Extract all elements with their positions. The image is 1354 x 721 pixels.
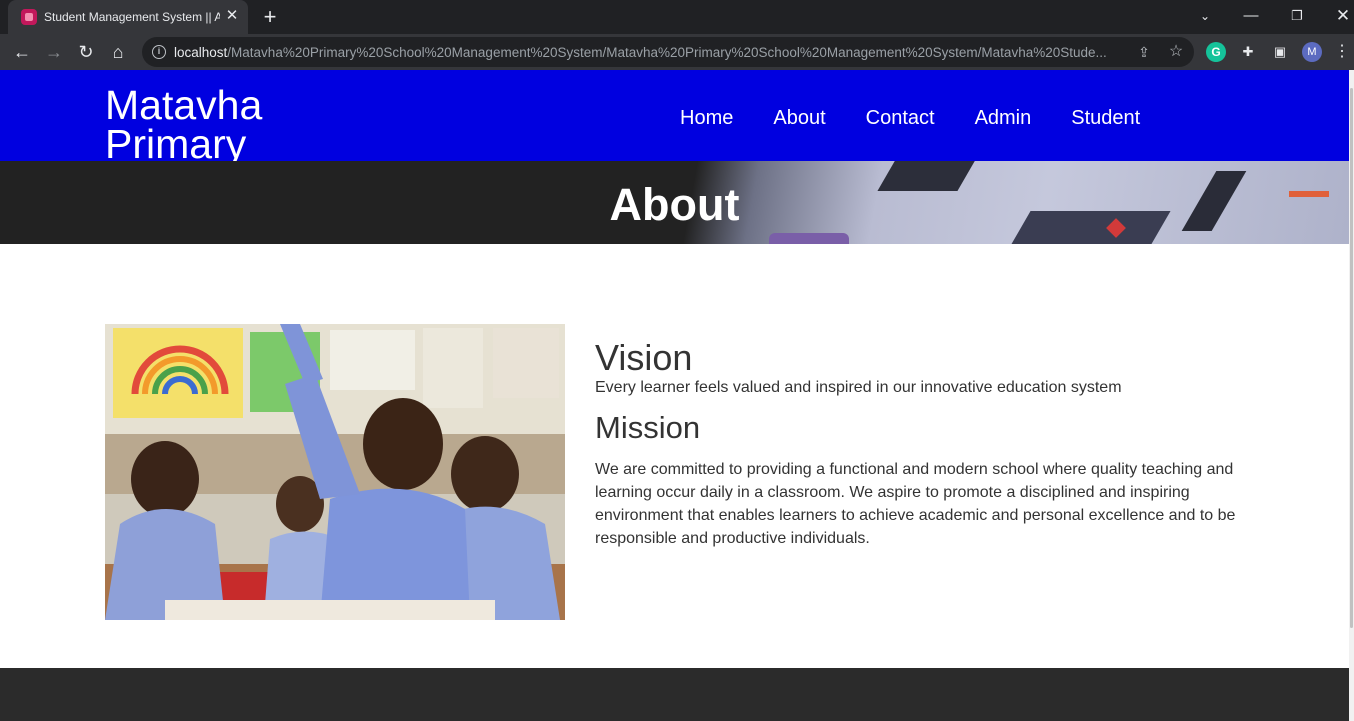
site-brand[interactable]: Matavha Primary xyxy=(105,85,325,165)
browser-toolbar: ← → ↻ ⌂ i localhost/Matavha%20Primary%20… xyxy=(0,34,1354,70)
browser-menu-icon[interactable]: ⋮ xyxy=(1332,42,1352,62)
profile-avatar[interactable]: M xyxy=(1302,42,1322,62)
tab-close-icon[interactable]: ✕ xyxy=(224,8,240,24)
new-tab-icon[interactable]: + xyxy=(259,6,281,28)
vision-text: Every learner feels valued and inspired … xyxy=(595,379,1122,396)
side-panel-icon[interactable]: ▣ xyxy=(1270,42,1290,62)
mission-text: We are committed to providing a function… xyxy=(595,461,1236,547)
about-text: Vision Every learner feels valued and in… xyxy=(595,338,1255,550)
home-icon[interactable]: ⌂ xyxy=(106,40,130,64)
back-arrow-icon[interactable]: ← xyxy=(10,40,34,64)
bookmark-star-icon[interactable]: ☆ xyxy=(1167,43,1185,61)
grammarly-extension-icon[interactable]: G xyxy=(1206,42,1226,62)
forward-arrow-icon[interactable]: → xyxy=(42,40,66,64)
nav-contact-link[interactable]: Contact xyxy=(846,105,955,131)
vision-heading: Vision xyxy=(595,337,693,378)
nav-student-link[interactable]: Student xyxy=(1051,105,1160,131)
site-favicon-icon xyxy=(21,9,37,25)
address-bar[interactable]: i localhost/Matavha%20Primary%20School%2… xyxy=(142,37,1194,67)
mission-heading: Mission xyxy=(595,410,701,445)
page-scrollbar[interactable] xyxy=(1349,70,1354,721)
scrollbar-thumb[interactable] xyxy=(1350,88,1353,628)
hero-banner: About xyxy=(0,161,1349,244)
site-info-icon[interactable]: i xyxy=(152,45,166,59)
reload-icon[interactable]: ↻ xyxy=(74,40,98,64)
web-page: Matavha Primary Home About Contact Admin… xyxy=(0,70,1349,721)
page-title: About xyxy=(609,179,740,230)
extensions-puzzle-icon[interactable]: ✚ xyxy=(1238,42,1258,62)
tab-search-chevron-icon[interactable]: ⌄ xyxy=(1190,4,1220,28)
tab-title: Student Management System || About xyxy=(44,10,220,24)
classroom-photo-illustration xyxy=(105,324,565,620)
browser-tab-active[interactable]: Student Management System || About ✕ xyxy=(8,0,248,34)
about-section: Vision Every learner feels valued and in… xyxy=(0,244,1349,668)
browser-tab-strip: Student Management System || About ✕ + ⌄… xyxy=(0,0,1354,34)
restore-icon[interactable]: ❐ xyxy=(1282,4,1312,28)
share-icon[interactable]: ⇪ xyxy=(1135,43,1153,61)
close-window-icon[interactable]: ✕ xyxy=(1328,4,1354,28)
site-header: Matavha Primary Home About Contact Admin… xyxy=(0,70,1349,165)
site-footer xyxy=(0,668,1349,721)
nav-home-link[interactable]: Home xyxy=(660,105,753,131)
minimize-icon[interactable]: — xyxy=(1236,4,1266,28)
main-nav: Home About Contact Admin Student xyxy=(660,105,1160,131)
url-text[interactable]: localhost/Matavha%20Primary%20School%20M… xyxy=(174,45,1124,60)
url-path: /Matavha%20Primary%20School%20Management… xyxy=(227,45,1107,60)
classroom-photo xyxy=(105,324,565,620)
nav-about-link[interactable]: About xyxy=(753,105,845,131)
nav-admin-link[interactable]: Admin xyxy=(955,105,1052,131)
url-host: localhost xyxy=(174,45,228,60)
